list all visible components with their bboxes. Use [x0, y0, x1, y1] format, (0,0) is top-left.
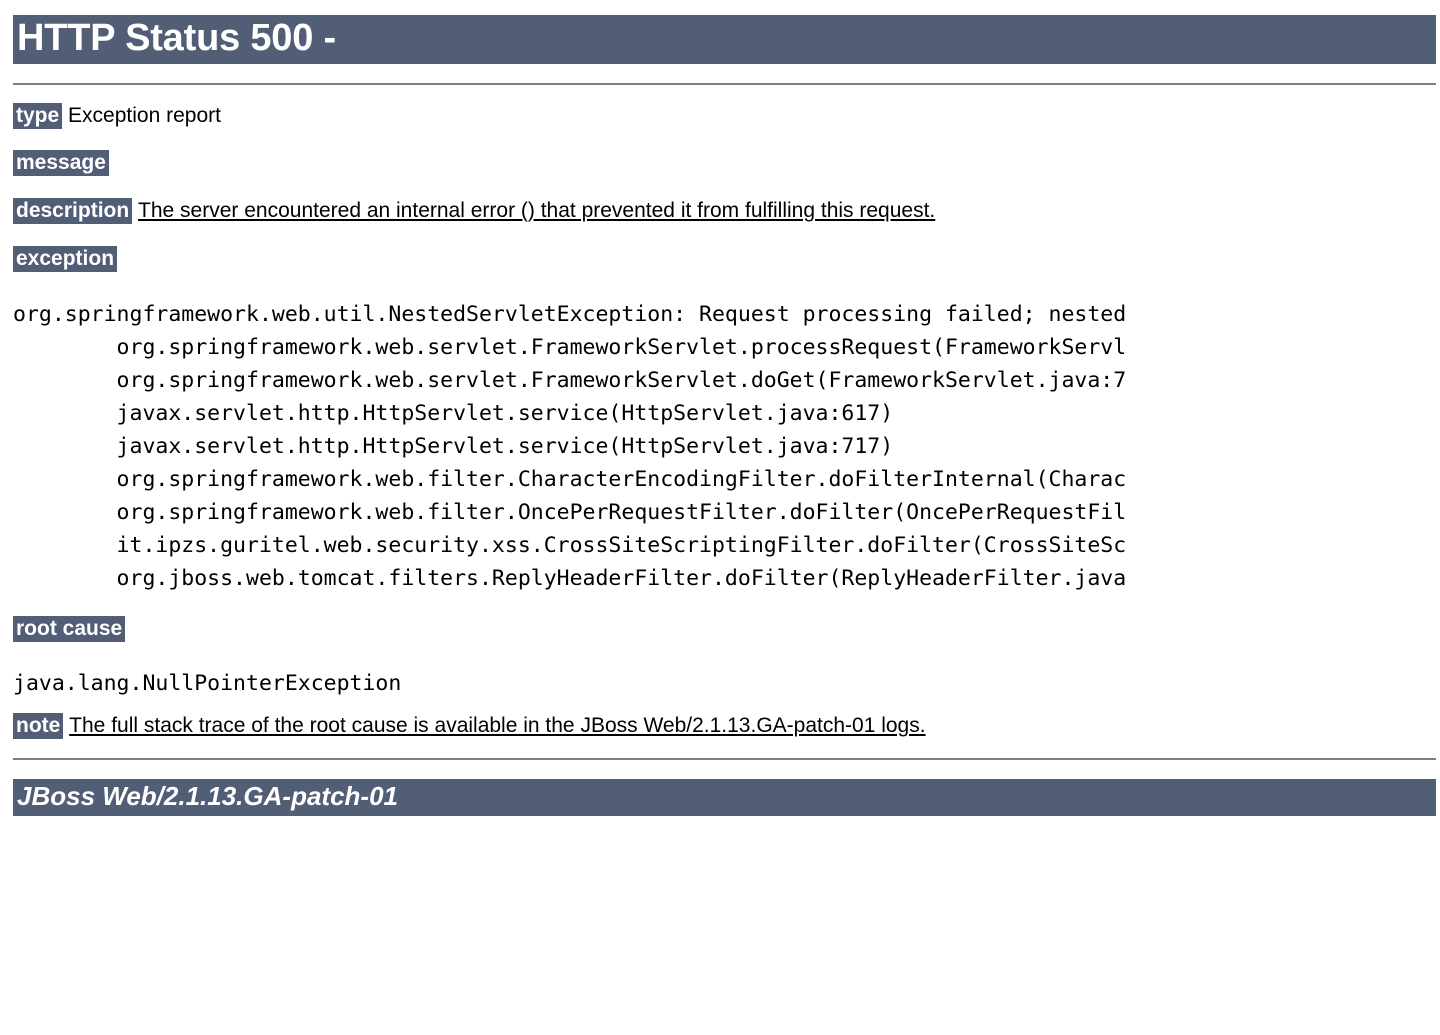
description-label: description — [13, 198, 133, 225]
root-cause-label: root cause — [13, 615, 126, 642]
field-exception: exception — [13, 245, 1440, 272]
field-root-cause: root cause — [13, 615, 1440, 642]
spacer-after-root-cause-trace — [0, 700, 1440, 714]
error-page: HTTP Status 500 - type Exception report … — [0, 0, 1440, 1035]
spacer-after-exception-trace — [0, 595, 1440, 617]
description-value: The server encountered an internal error… — [138, 199, 936, 223]
type-value: Exception report — [68, 103, 221, 127]
spacer-before-exception-trace — [0, 272, 1440, 298]
type-label: type — [13, 102, 63, 129]
field-note: note The full stack trace of the root ca… — [13, 713, 1440, 740]
field-description: description The server encountered an in… — [13, 198, 1440, 225]
field-message: message — [13, 150, 1440, 177]
server-signature: JBoss Web/2.1.13.GA-patch-01 — [13, 779, 1436, 817]
field-type: type Exception report — [13, 102, 1440, 129]
divider-top — [13, 82, 1436, 85]
exception-label: exception — [13, 245, 118, 272]
spacer-before-root-cause-trace — [0, 641, 1440, 667]
root-cause-stack-trace: java.lang.NullPointerException — [13, 671, 402, 697]
page-title: HTTP Status 500 - — [13, 15, 1436, 64]
divider-bottom — [13, 758, 1436, 761]
message-label: message — [13, 150, 109, 177]
message-value-space — [109, 151, 115, 174]
exception-stack-trace: org.springframework.web.util.NestedServl… — [13, 301, 1127, 591]
note-label: note — [13, 713, 64, 740]
note-value: The full stack trace of the root cause i… — [69, 714, 926, 738]
